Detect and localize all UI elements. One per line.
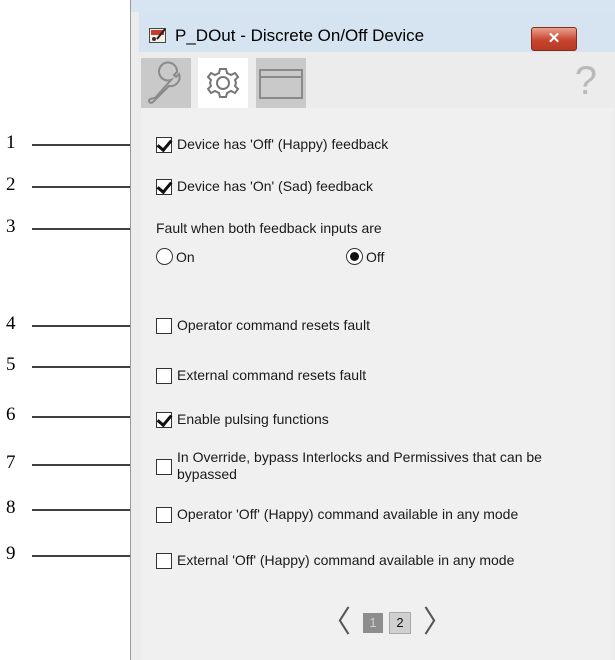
callout-number: 8 bbox=[6, 497, 16, 518]
faceplate-app-icon bbox=[149, 28, 166, 43]
window-icon bbox=[259, 69, 303, 99]
tab-display[interactable] bbox=[256, 58, 306, 108]
callout-number: 4 bbox=[6, 313, 16, 334]
option-label: External 'Off' (Happy) command available… bbox=[177, 552, 515, 568]
checkbox-off-feedback[interactable] bbox=[156, 137, 172, 153]
option-label: External command resets fault bbox=[177, 367, 367, 383]
checkbox-on-feedback[interactable] bbox=[156, 179, 172, 195]
tab-strip: ? bbox=[141, 52, 611, 108]
window-frame bbox=[131, 0, 615, 12]
option-label: Operator 'Off' (Happy) command available… bbox=[177, 506, 519, 522]
callout-number: 1 bbox=[6, 132, 16, 153]
tab-maintenance[interactable] bbox=[141, 58, 191, 108]
wrench-icon bbox=[147, 61, 181, 104]
callout-number: 3 bbox=[6, 216, 16, 237]
option-operator-off-any-mode[interactable]: Operator 'Off' (Happy) command available… bbox=[156, 506, 518, 523]
callout-number: 2 bbox=[6, 174, 16, 195]
option-label: In Override, bypass Interlocks and Permi… bbox=[177, 449, 542, 482]
radio-label: Off bbox=[366, 248, 385, 265]
option-operator-reset[interactable]: Operator command resets fault bbox=[156, 317, 370, 334]
option-label: Device has 'Off' (Happy) feedback bbox=[177, 136, 389, 152]
option-label: Device has 'On' (Sad) feedback bbox=[177, 178, 373, 194]
window-title: P_DOut - Discrete On/Off Device bbox=[175, 26, 425, 45]
chevron-left-icon[interactable]: 〈 bbox=[321, 608, 351, 638]
option-external-off-any-mode[interactable]: External 'Off' (Happy) command available… bbox=[156, 552, 514, 569]
fault-group-label: Fault when both feedback inputs are bbox=[156, 220, 382, 236]
option-external-reset[interactable]: External command resets fault bbox=[156, 367, 366, 384]
checkbox-operator-off-any-mode[interactable] bbox=[156, 507, 172, 523]
checkbox-external-off-any-mode[interactable] bbox=[156, 553, 172, 569]
help-icon[interactable]: ? bbox=[575, 56, 597, 106]
option-label: Enable pulsing functions bbox=[177, 411, 329, 427]
checkbox-external-reset[interactable] bbox=[156, 368, 172, 384]
option-on-feedback[interactable]: Device has 'On' (Sad) feedback bbox=[156, 178, 373, 195]
chevron-right-icon[interactable]: 〉 bbox=[423, 608, 453, 638]
radio-fault-on[interactable]: On bbox=[156, 248, 195, 265]
page-1-button[interactable]: 1 bbox=[363, 613, 383, 633]
checkbox-override-bypass[interactable] bbox=[156, 459, 172, 475]
callout-number: 9 bbox=[6, 543, 16, 564]
radio-button[interactable] bbox=[156, 248, 173, 265]
radio-button[interactable] bbox=[346, 248, 363, 265]
configuration-panel: Device has 'Off' (Happy) feedback Device… bbox=[141, 108, 613, 660]
page-2-button[interactable]: 2 bbox=[389, 612, 411, 634]
faceplate-window: P_DOut - Discrete On/Off Device ✕ ? Devi… bbox=[130, 0, 615, 660]
gear-icon bbox=[206, 68, 240, 98]
callout-number: 5 bbox=[6, 354, 16, 375]
option-pulsing[interactable]: Enable pulsing functions bbox=[156, 411, 329, 428]
checkbox-operator-reset[interactable] bbox=[156, 318, 172, 334]
title-bar[interactable]: P_DOut - Discrete On/Off Device ✕ bbox=[139, 12, 615, 52]
callout-number: 7 bbox=[6, 452, 16, 473]
radio-label: On bbox=[176, 248, 195, 265]
radio-fault-off[interactable]: Off bbox=[346, 248, 384, 265]
callout-number: 6 bbox=[6, 404, 16, 425]
tab-configuration[interactable] bbox=[198, 58, 248, 108]
close-button[interactable]: ✕ bbox=[531, 27, 577, 51]
option-label: Operator command resets fault bbox=[177, 317, 370, 333]
option-override-bypass[interactable]: In Override, bypass Interlocks and Permi… bbox=[156, 449, 577, 483]
checkbox-pulsing[interactable] bbox=[156, 412, 172, 428]
pager: 〈 1 2 〉 bbox=[321, 608, 453, 638]
option-off-feedback[interactable]: Device has 'Off' (Happy) feedback bbox=[156, 136, 388, 153]
